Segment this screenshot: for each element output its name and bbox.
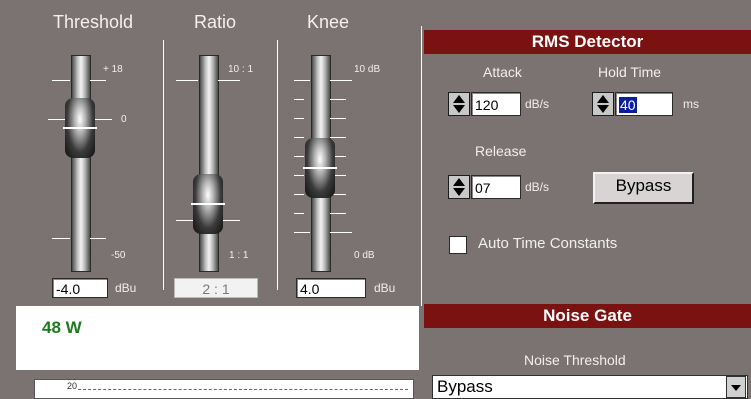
threshold-tick: [52, 238, 70, 239]
threshold-max-label: + 18: [103, 64, 123, 75]
threshold-value-field[interactable]: -4.0: [52, 278, 108, 298]
noise-gate-header: Noise Gate: [424, 304, 751, 328]
attack-field[interactable]: 120: [471, 92, 521, 116]
knee-value-field[interactable]: 4.0: [296, 278, 366, 298]
knee-tick: [330, 213, 346, 214]
meter-top-label: 20: [67, 381, 78, 391]
knee-tick: [294, 156, 304, 157]
release-field[interactable]: 07: [471, 175, 521, 199]
knee-tick: [294, 118, 304, 119]
panel-separator: [421, 26, 422, 306]
auto-time-constants-checkbox[interactable]: [449, 236, 467, 254]
knee-title: Knee: [306, 12, 350, 32]
hold-time-unit: ms: [683, 97, 699, 111]
ratio-tick: [176, 80, 198, 81]
power-value: 48 W: [42, 318, 82, 337]
release-unit: dB/s: [525, 180, 550, 194]
rms-detector-header: RMS Detector: [424, 30, 751, 54]
hold-time-field[interactable]: 40: [615, 92, 673, 116]
knee-max-label: 10 dB: [354, 64, 381, 75]
hold-time-spinner[interactable]: [592, 92, 614, 116]
threshold-unit: dBu: [115, 281, 137, 295]
ratio-value-field[interactable]: 2 : 1: [174, 278, 258, 298]
knee-tick: [330, 99, 346, 100]
hold-time-label: Hold Time: [598, 64, 662, 80]
power-display-box: [16, 306, 419, 370]
threshold-slider-track[interactable]: [71, 55, 91, 272]
chevron-down-icon[interactable]: [726, 376, 746, 398]
knee-tick: [294, 194, 304, 195]
ratio-max-label: 10 : 1: [228, 64, 254, 75]
release-label: Release: [475, 143, 527, 159]
threshold-min-label: -50: [111, 250, 126, 261]
knee-tick: [330, 137, 346, 138]
attack-label: Attack: [483, 64, 522, 80]
threshold-tick: [90, 238, 106, 239]
knee-unit: dBu: [374, 281, 396, 295]
knee-tick: [330, 118, 346, 119]
knee-min-label: 0 dB: [354, 250, 375, 261]
knee-tick: [294, 213, 304, 214]
ratio-slider-knob[interactable]: [191, 174, 225, 234]
hold-time-value: 40: [619, 97, 637, 113]
attack-spinner[interactable]: [448, 92, 470, 116]
noise-threshold-select[interactable]: Bypass: [432, 375, 748, 399]
column-separator: [277, 40, 278, 290]
knee-slider-knob[interactable]: [303, 138, 337, 198]
knee-tick: [294, 99, 304, 100]
meter-gridline: [78, 389, 408, 390]
ratio-tick: [218, 80, 240, 81]
ratio-slider-track[interactable]: [199, 55, 219, 272]
knee-tick: [294, 80, 310, 81]
knee-tick: [294, 137, 304, 138]
knee-tick: [330, 80, 352, 81]
ratio-title: Ratio: [193, 12, 237, 32]
threshold-title: Threshold: [52, 12, 134, 32]
attack-unit: dB/s: [525, 97, 550, 111]
ratio-min-label: 1 : 1: [229, 250, 249, 261]
knee-tick: [330, 232, 352, 233]
knee-tick: [294, 175, 304, 176]
column-separator: [163, 40, 164, 290]
release-spinner[interactable]: [448, 175, 470, 199]
noise-threshold-label: Noise Threshold: [524, 352, 626, 368]
threshold-zero-label: 0: [121, 114, 127, 125]
threshold-tick: [52, 80, 70, 81]
auto-time-constants-label: Auto Time Constants: [478, 235, 618, 252]
bypass-button[interactable]: Bypass: [593, 172, 694, 204]
knee-tick: [294, 232, 310, 233]
threshold-tick: [90, 80, 106, 81]
threshold-slider-knob[interactable]: [63, 98, 97, 158]
